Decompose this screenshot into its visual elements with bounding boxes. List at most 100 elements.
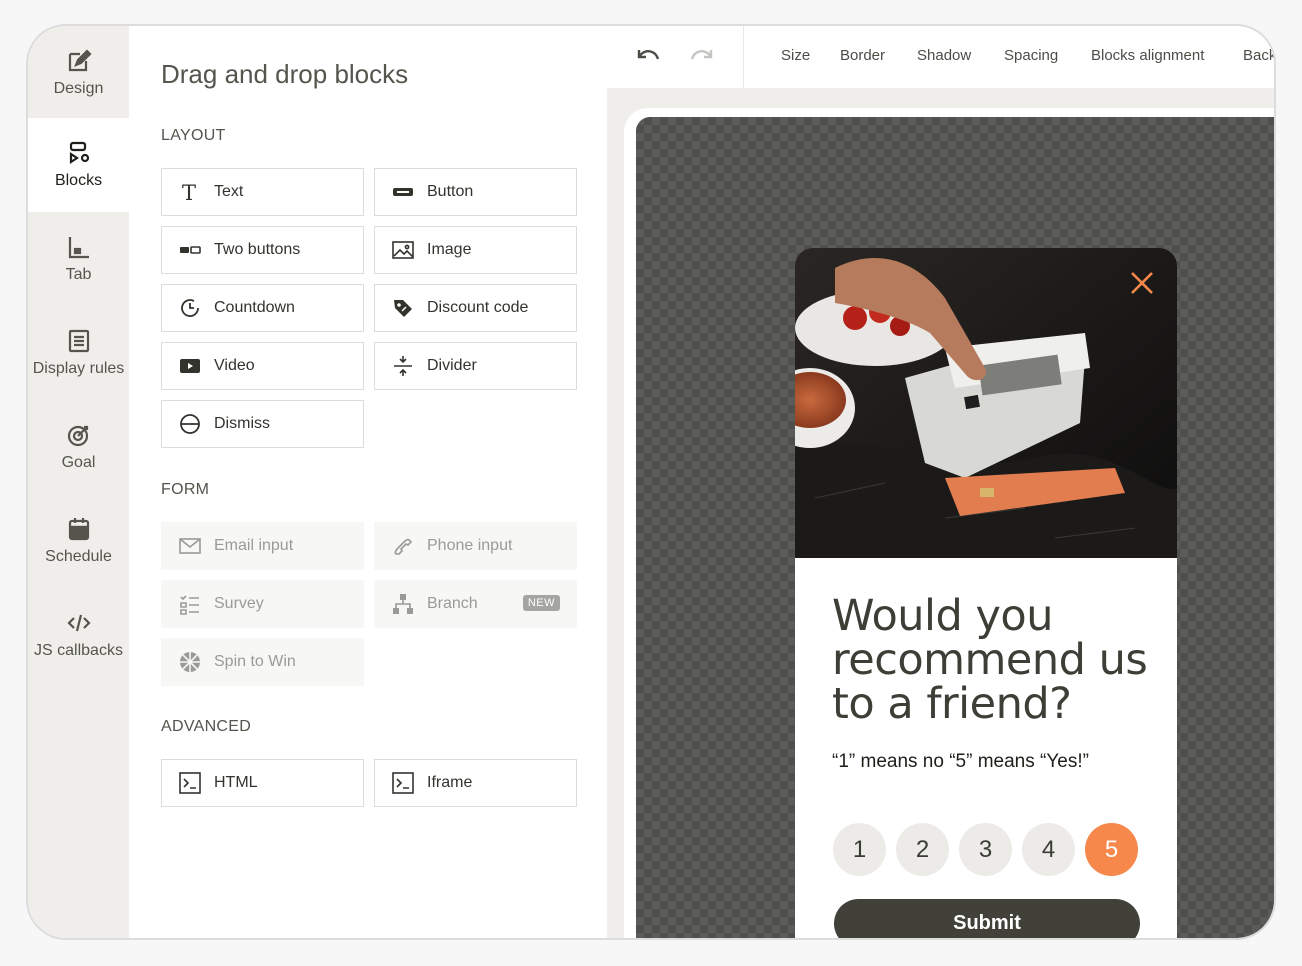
video-icon [180,359,200,373]
terminal-icon [392,772,414,794]
wheel-icon [180,652,200,672]
submit-button[interactable]: Submit [834,899,1140,938]
design-icon [68,49,92,72]
terminal-icon [179,772,201,794]
tab-background[interactable]: Back [1243,47,1274,64]
tag-icon [394,300,412,317]
rating-option-4[interactable]: 4 [1022,823,1075,876]
block-label: Survey [214,595,264,612]
block-label: HTML [214,774,258,791]
block-survey[interactable]: Survey [161,580,364,628]
popup-headline: Would you recommend us to a friend? [832,591,1148,729]
block-label: Email input [214,537,294,554]
rail-label: Blocks [54,172,103,189]
calendar-icon [68,518,89,541]
block-branch[interactable]: Branch NEW [374,580,577,628]
rating-option-2[interactable]: 2 [896,823,949,876]
card-terminal-photo [795,248,1177,558]
block-countdown[interactable]: Countdown [161,284,364,332]
block-dismiss[interactable]: Dismiss [161,400,364,448]
countdown-icon [181,299,199,317]
block-label: Text [214,183,244,200]
new-badge: NEW [522,595,560,611]
block-label: Iframe [427,774,473,791]
survey-icon [180,595,199,615]
block-label: Video [214,357,255,374]
two-buttons-icon [180,246,201,254]
block-image[interactable]: Image [374,226,577,274]
block-text[interactable]: T Text [161,168,364,216]
tab-blocks-alignment[interactable]: Blocks alignment [1091,47,1204,64]
tab-shadow[interactable]: Shadow [917,47,971,64]
rail-item-blocks[interactable]: Blocks [28,118,129,212]
block-label: Divider [427,357,477,374]
mail-icon [179,538,201,554]
block-label: Branch [427,595,478,612]
block-email-input[interactable]: Email input [161,522,364,570]
rating-option-1[interactable]: 1 [833,823,886,876]
panel-title: Drag and drop blocks [161,59,409,89]
block-html[interactable]: HTML [161,759,364,807]
close-icon[interactable] [1129,270,1155,296]
block-label: Image [427,241,472,258]
button-icon [393,188,413,196]
rail-label: JS callbacks [34,642,123,659]
divider-icon [394,356,412,376]
section-advanced-heading: ADVANCED [161,718,252,735]
block-two-buttons[interactable]: Two buttons [161,226,364,274]
rating-option-5[interactable]: 5 [1085,823,1138,876]
block-iframe[interactable]: Iframe [374,759,577,807]
section-form-heading: FORM [161,481,210,498]
editor-canvas: Size Border Shadow Spacing Blocks alignm… [607,26,1274,938]
rail-item-goal[interactable]: Goal [28,400,129,494]
toolbar-tabs: Size Border Shadow Spacing Blocks alignm… [744,26,1274,88]
svg-text:T: T [182,181,196,203]
rail-item-tab[interactable]: Tab [28,212,129,306]
tab-icon [68,237,89,259]
rail-item-display-rules[interactable]: Display rules [28,306,129,400]
block-label: Button [427,183,474,200]
redo-icon[interactable] [687,44,715,66]
undo-icon[interactable] [635,44,663,66]
rail-label: Tab [65,266,92,283]
text-icon: T [182,181,196,203]
popup-preview[interactable]: Would you recommend us to a friend? “1” … [795,248,1177,938]
preview-backdrop: Would you recommend us to a friend? “1” … [636,117,1274,938]
block-discount-code[interactable]: Discount code [374,284,577,332]
popup-subline: “1” means no “5” means “Yes!” [832,751,1089,772]
section-layout-heading: LAYOUT [161,127,226,144]
rail-item-design[interactable]: Design [28,26,129,120]
rail-label: Schedule [45,548,112,565]
rail-item-js-callbacks[interactable]: JS callbacks [28,588,129,682]
block-label: Two buttons [214,241,301,258]
block-label: Discount code [427,299,529,316]
sidebar-rail: Design Blocks Tab Display rules Goal Sch… [28,26,129,938]
block-button[interactable]: Button [374,168,577,216]
goal-icon [67,425,88,447]
block-label: Dismiss [214,415,270,432]
rail-label: Design [53,80,104,97]
rail-label: Goal [61,454,96,471]
display-rules-icon [68,329,89,353]
app-frame: Design Blocks Tab Display rules Goal Sch… [26,24,1276,940]
toolbar: Size Border Shadow Spacing Blocks alignm… [607,26,1274,88]
rail-label: Display rules [32,360,125,377]
block-label: Countdown [214,299,295,316]
block-divider[interactable]: Divider [374,342,577,390]
branch-icon [393,594,413,614]
tab-size[interactable]: Size [781,47,810,64]
tab-spacing[interactable]: Spacing [1004,47,1058,64]
rating-option-3[interactable]: 3 [959,823,1012,876]
rail-item-schedule[interactable]: Schedule [28,494,129,588]
blocks-icon [69,141,89,165]
block-label: Spin to Win [214,653,296,670]
block-phone-input[interactable]: Phone input [374,522,577,570]
block-video[interactable]: Video [161,342,364,390]
phone-icon [394,538,413,555]
block-spin-to-win[interactable]: Spin to Win [161,638,364,686]
tab-border[interactable]: Border [840,47,885,64]
code-icon [66,614,91,632]
image-icon [392,241,414,259]
block-label: Phone input [427,537,513,554]
popup-image [795,248,1177,558]
